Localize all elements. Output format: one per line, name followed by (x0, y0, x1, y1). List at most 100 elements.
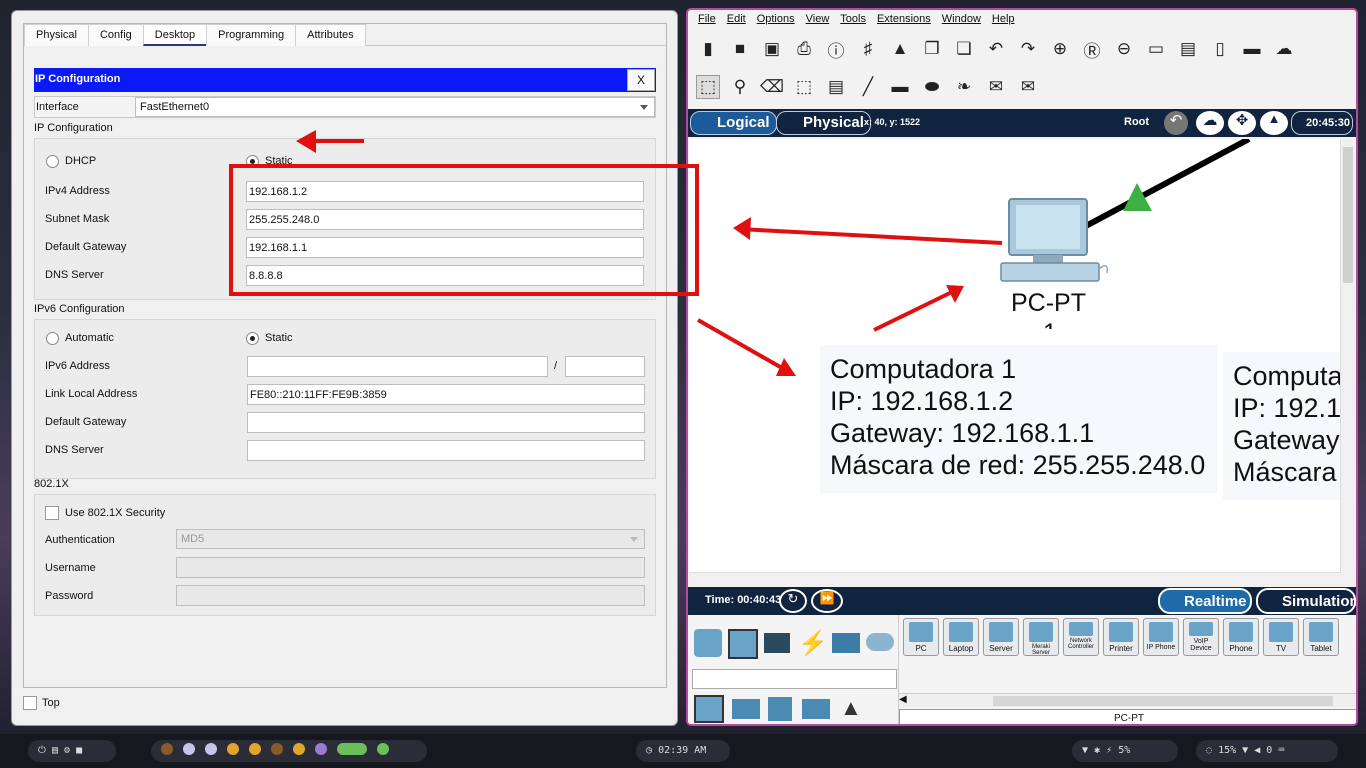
paste-icon[interactable]: ❏ (952, 37, 976, 61)
zoom-out-icon[interactable]: ⊖ (1112, 37, 1136, 61)
menu-window[interactable]: Window (942, 10, 981, 30)
home-icon[interactable] (732, 699, 760, 719)
ipv4-address-input[interactable]: 192.168.1.2 (246, 181, 644, 202)
components-icon[interactable] (764, 633, 790, 653)
menu-edit[interactable]: Edit (727, 10, 746, 30)
tab-attributes[interactable]: Attributes (295, 24, 366, 46)
tab-config[interactable]: Config (87, 24, 144, 46)
close-button[interactable]: X (627, 69, 655, 91)
draw-rectangle-icon[interactable]: ▬ (888, 75, 912, 99)
redo-icon[interactable]: ↷ (1016, 37, 1040, 61)
menu-options[interactable]: Options (757, 10, 795, 30)
select-icon[interactable]: ⬚ (696, 75, 720, 99)
device-server[interactable]: Server (983, 618, 1019, 656)
tower-icon[interactable]: ▲ (840, 695, 862, 721)
use-8021x-checkbox[interactable] (45, 506, 59, 520)
app-icon[interactable] (271, 743, 284, 755)
open-folder-icon[interactable]: ■ (728, 37, 752, 61)
ipv6-dns-input[interactable] (247, 440, 645, 461)
new-file-icon[interactable]: ▮ (696, 37, 720, 61)
device-tablet[interactable]: Tablet (1303, 618, 1339, 656)
scroll-thumb[interactable] (993, 696, 1333, 706)
pc-device-icon[interactable] (1000, 198, 1109, 282)
misc-folder-icon[interactable] (832, 633, 860, 653)
password-input[interactable] (176, 585, 645, 606)
device-voip[interactable]: VoIP Device (1183, 618, 1219, 656)
freeform-icon[interactable]: ❧ (952, 75, 976, 99)
device-phone[interactable]: Phone (1223, 618, 1259, 656)
building-icon[interactable] (768, 697, 792, 721)
system-tray-left[interactable]: ⏻ ▤ ⚙ ■ (28, 740, 116, 762)
undo-icon[interactable]: ↶ (984, 37, 1008, 61)
power-icon[interactable]: ⏻ (38, 745, 46, 756)
tab-physical[interactable]: Physical (24, 24, 89, 46)
complex-pdu-icon[interactable]: ✉ (1016, 75, 1040, 99)
device-laptop[interactable]: Laptop (943, 618, 979, 656)
tab-desktop[interactable]: Desktop (142, 24, 208, 46)
subnet-mask-input[interactable]: 255.255.248.0 (246, 209, 644, 230)
drawing-palette-icon[interactable]: ▭ (1144, 37, 1168, 61)
move-object-icon[interactable]: ✥ (1228, 111, 1256, 135)
dns-server-input[interactable]: 8.8.8.8 (246, 265, 644, 286)
interface-select[interactable]: FastEthernet0 (135, 97, 655, 117)
physical-view-button[interactable]: Physical (776, 111, 871, 135)
gamepad-icon[interactable]: ■ (76, 745, 82, 756)
dhcp-radio[interactable] (46, 155, 59, 168)
fast-forward-icon[interactable]: ⏩ (811, 589, 843, 613)
logical-workspace[interactable]: PC-PT 1 Computadora 1 IP: 192.168.1.2 Ga… (689, 139, 1341, 572)
ipv6-gateway-input[interactable] (247, 412, 645, 433)
network-wizard-icon[interactable]: ♯ (856, 37, 880, 61)
scroll-thumb[interactable] (1343, 147, 1353, 283)
simulation-button[interactable]: Simulation (1256, 588, 1356, 614)
app-icon[interactable] (161, 743, 173, 755)
default-gateway-input[interactable]: 192.168.1.1 (246, 237, 644, 258)
back-icon[interactable]: ↶ (1164, 111, 1188, 135)
draw-line-icon[interactable]: ╱ (856, 75, 880, 99)
copy-icon[interactable]: ❐ (920, 37, 944, 61)
chrome-icon[interactable] (249, 743, 262, 755)
router-icon[interactable]: ▬ (1240, 37, 1264, 61)
device-meraki-server[interactable]: Meraki Server (1023, 618, 1059, 656)
device-list-scrollbar[interactable]: ◀ (899, 693, 1356, 707)
network-devices-icon[interactable] (694, 629, 722, 657)
place-note-icon[interactable]: ▤ (824, 75, 848, 99)
custom-device-icon[interactable]: ▤ (1176, 37, 1200, 61)
device-ip-phone[interactable]: IP Phone (1143, 618, 1179, 656)
device-tv[interactable]: TV (1263, 618, 1299, 656)
end-devices-icon[interactable] (728, 629, 758, 659)
multiuser-cloud-icon[interactable] (866, 633, 894, 651)
note-computadora-1[interactable]: Computadora 1 IP: 192.168.1.2 Gateway: 1… (820, 345, 1218, 493)
settings-icon[interactable]: ⚙ (64, 745, 70, 756)
static-radio[interactable] (246, 155, 259, 168)
menu-help[interactable]: Help (992, 10, 1015, 30)
vertical-scrollbar[interactable] (1340, 139, 1355, 586)
ipv6-address-input[interactable] (247, 356, 548, 377)
app-icon[interactable] (377, 743, 390, 755)
automatic-radio[interactable] (46, 332, 59, 345)
delete-icon[interactable]: ⌫ (760, 75, 784, 99)
pc-category-icon[interactable] (694, 695, 724, 723)
ipv6-static-radio[interactable] (246, 332, 259, 345)
viewport-clock[interactable]: 20:45:30 (1291, 111, 1353, 135)
industrial-icon[interactable] (802, 699, 830, 719)
simple-pdu-icon[interactable]: ✉ (984, 75, 1008, 99)
notes-icon[interactable]: ▯ (1208, 37, 1232, 61)
menu-tools[interactable]: Tools (840, 10, 866, 30)
horizontal-scrollbar[interactable] (689, 572, 1341, 586)
app-icon[interactable] (183, 743, 196, 755)
activity-wizard-icon[interactable]: ▲ (888, 37, 912, 61)
print-icon[interactable]: ⎙ (792, 37, 816, 61)
app-icon[interactable] (315, 743, 328, 755)
tab-programming[interactable]: Programming (206, 24, 297, 46)
device-network-controller[interactable]: Network Controller (1063, 618, 1099, 656)
app-icon[interactable] (205, 743, 218, 755)
menu-file[interactable]: File (698, 10, 716, 30)
packet-tracer-taskbar-icon[interactable] (337, 743, 368, 755)
status-pill[interactable]: ▼ ✱ ⚡ 5% (1072, 740, 1178, 762)
menu-extensions[interactable]: Extensions (877, 10, 931, 30)
menu-view[interactable]: View (806, 10, 830, 30)
chrome-icon[interactable] (227, 743, 240, 755)
info-icon[interactable]: ⓘ (824, 37, 848, 61)
save-icon[interactable]: ▣ (760, 37, 784, 61)
cloud-icon[interactable]: ☁ (1272, 37, 1296, 61)
